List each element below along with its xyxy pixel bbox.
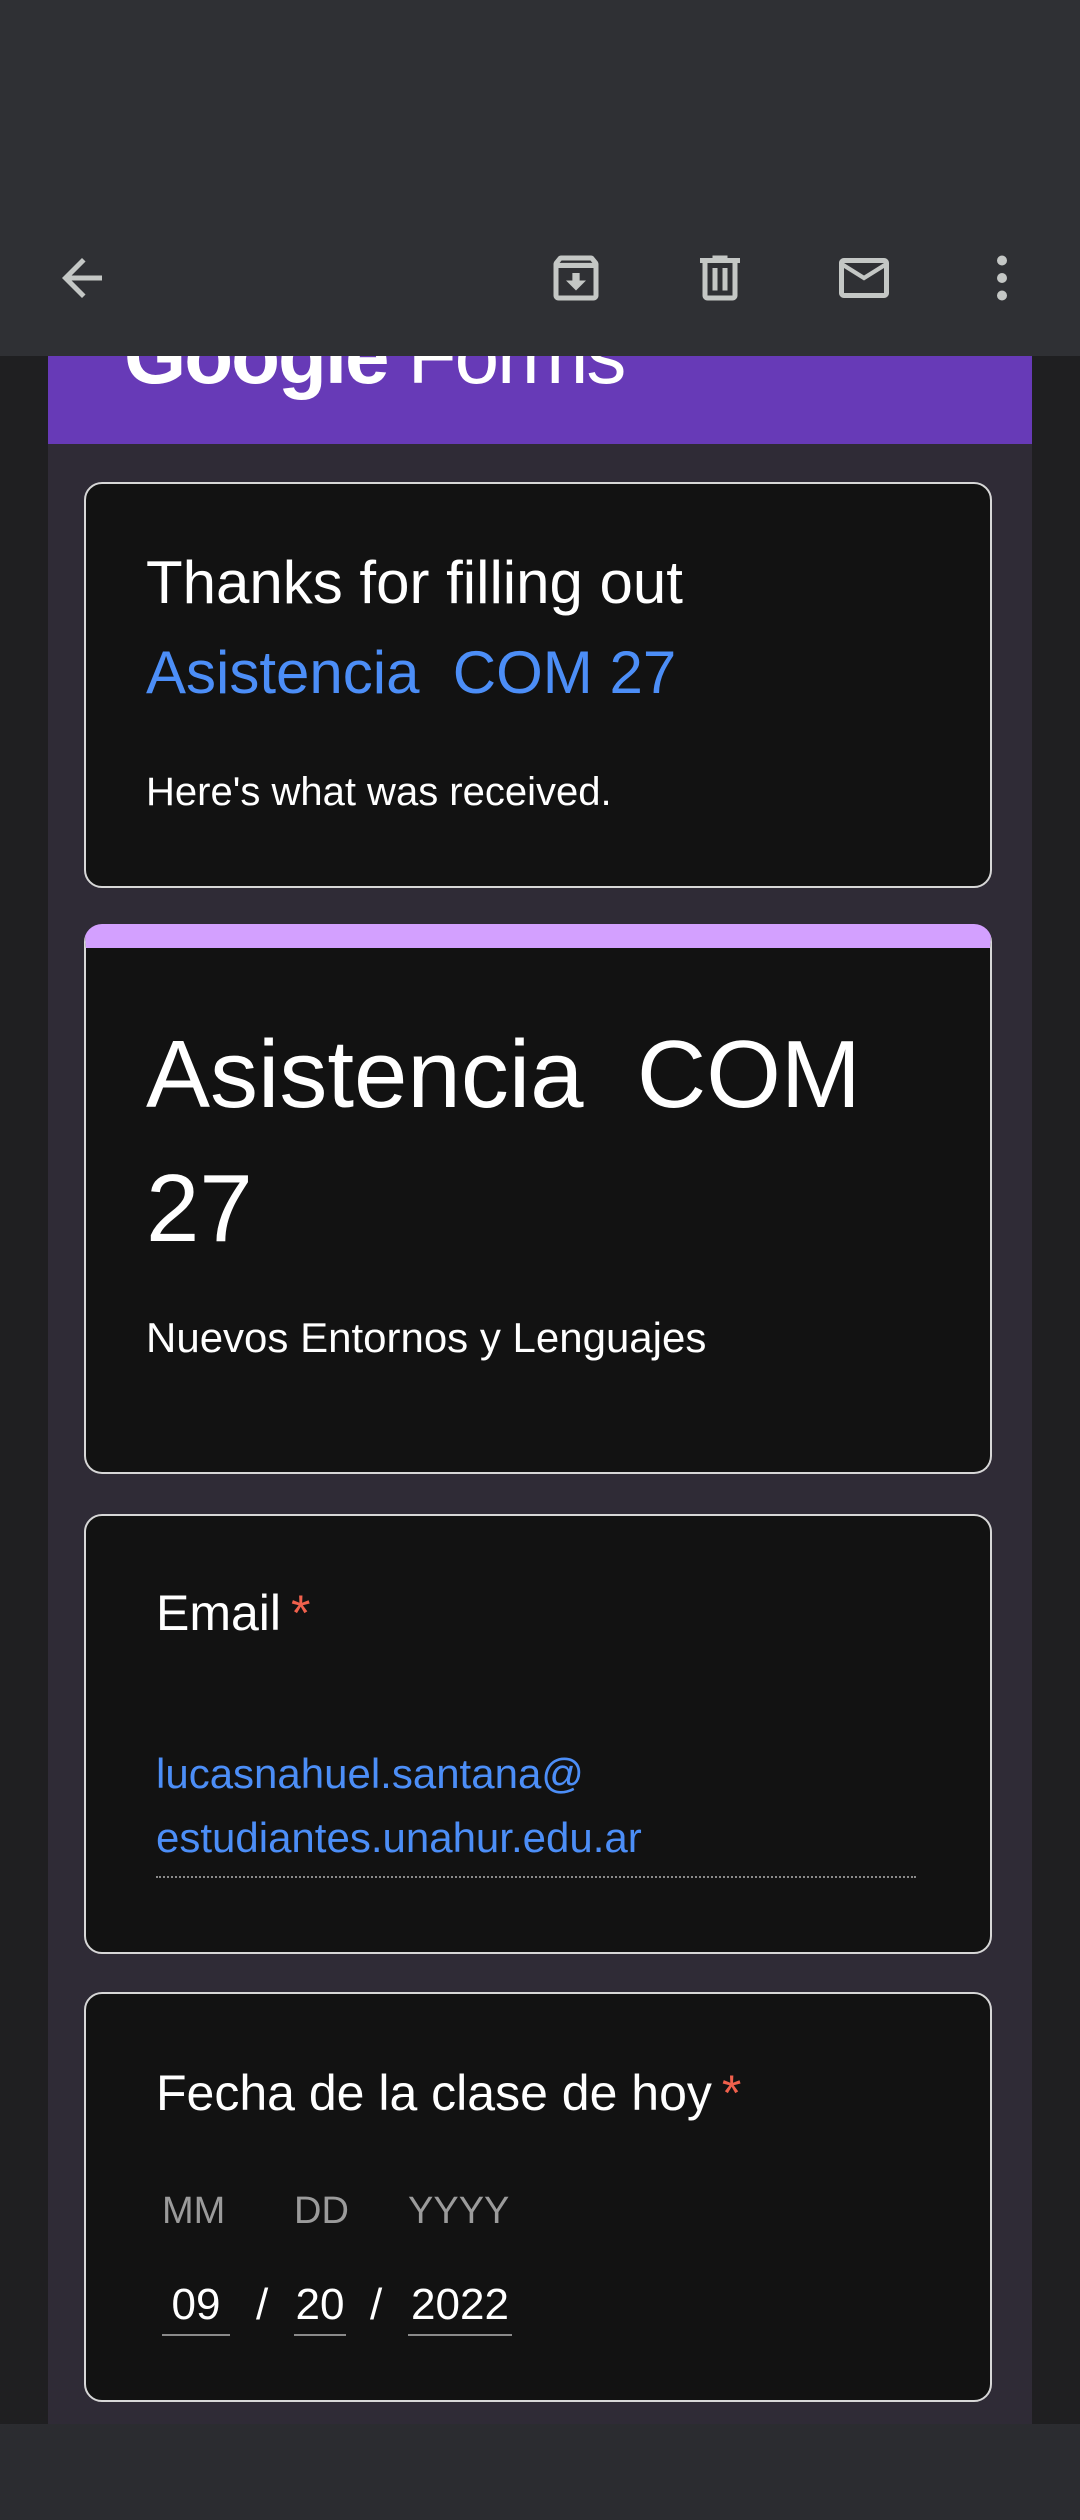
mark-unread-button[interactable] <box>814 228 914 328</box>
received-subtitle: Here's what was received. <box>146 770 612 814</box>
navigation-bar <box>0 2424 1080 2520</box>
required-asterisk: * <box>721 2065 742 2121</box>
archive-icon <box>553 255 599 301</box>
date-month-label: MM <box>162 2190 226 2232</box>
question-title-date: Fecha de la clase de hoy * <box>156 2065 742 2121</box>
form-link[interactable]: Asistencia COM 27 <box>146 638 676 707</box>
left-gutter <box>0 356 48 2424</box>
date-month-value[interactable]: 09 <box>162 2280 230 2336</box>
question-card-date: Fecha de la clase de hoy * MM DD YYYY 09 … <box>84 1992 992 2402</box>
more-options-button[interactable] <box>952 228 1052 328</box>
form-title: Asistencia COM 27 <box>146 1021 888 1262</box>
date-year-value[interactable]: 2022 <box>408 2280 512 2336</box>
date-separator: / <box>256 2280 269 2329</box>
question-card-email: Email * lucasnahuel.santana@ estudiantes.… <box>84 1514 992 1954</box>
google-forms-header: Google Forms <box>48 356 1032 444</box>
delete-button[interactable] <box>670 228 770 328</box>
delete-icon <box>700 255 740 301</box>
date-separator: / <box>370 2280 383 2329</box>
email-answer[interactable]: lucasnahuel.santana@ estudiantes.unahur.… <box>156 1742 916 1878</box>
back-arrow-icon <box>62 258 102 298</box>
date-year-label: YYYY <box>408 2190 510 2232</box>
mark-unread-icon <box>839 258 889 298</box>
email-toolbar <box>0 200 1080 356</box>
archive-button[interactable] <box>526 228 626 328</box>
more-options-icon <box>997 255 1007 301</box>
question-title-email: Email * <box>156 1585 311 1641</box>
form-description: Nuevos Entornos y Lenguajes <box>146 1314 707 1361</box>
right-gutter <box>1032 356 1080 2424</box>
email-body: Google Forms Thanks for filling out Asis… <box>48 356 1032 2424</box>
status-bar <box>0 0 1080 200</box>
required-asterisk: * <box>291 1585 311 1641</box>
date-day-value[interactable]: 20 <box>294 2280 346 2336</box>
date-day-label: DD <box>294 2190 349 2232</box>
back-button[interactable] <box>32 228 132 328</box>
google-forms-logo: Google Forms <box>124 356 626 402</box>
thanks-text: Thanks for filling out <box>146 549 683 616</box>
form-title-card: Asistencia COM 27 Nuevos Entornos y Leng… <box>84 924 992 1474</box>
confirmation-card: Thanks for filling out Asistencia COM 27… <box>84 482 992 888</box>
